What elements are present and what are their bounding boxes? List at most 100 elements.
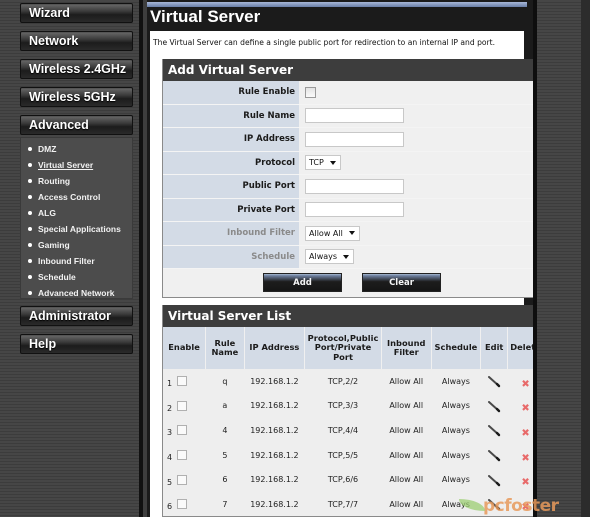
protocol-select[interactable]: TCP [305, 155, 341, 171]
public-port-input[interactable] [305, 178, 404, 194]
ip-address-cell: 192.168.1.2 [250, 376, 299, 386]
row-enable-checkbox[interactable] [177, 376, 187, 387]
bullet-icon [28, 147, 32, 151]
inbound-filter-cell: Allow All [389, 450, 424, 460]
inbound-filter-cell: Allow All [389, 376, 424, 386]
edit-cell [481, 467, 508, 492]
row-enable-checkbox[interactable] [177, 425, 187, 436]
enable-cell: 3 [163, 418, 206, 443]
nav-wireless-5ghz[interactable]: Wireless 5GHz [20, 87, 133, 107]
virtual-server-table: Enable Rule Name IP Address Protocol,Pub… [163, 327, 544, 517]
row-index: 5 [167, 477, 173, 487]
edit-pencil-icon[interactable] [487, 376, 501, 390]
public-port-label: Public Port [163, 175, 299, 198]
add-virtual-server-panel: Add Virtual Server Rule Enable Rule Name… [162, 59, 545, 298]
table-header-row: Enable Rule Name IP Address Protocol,Pub… [163, 327, 544, 369]
submenu-item-inbound-filter[interactable]: Inbound Filter [21, 253, 132, 269]
protocol-selected-value: TCP [309, 158, 324, 168]
nav-help[interactable]: Help [20, 334, 133, 354]
rule-enable-row: Rule Enable [163, 81, 544, 105]
submenu-item-gaming[interactable]: Gaming [21, 237, 132, 253]
enable-cell: 5 [163, 467, 206, 492]
nav-wizard[interactable]: Wizard [20, 3, 133, 23]
edit-cell [481, 369, 508, 394]
delete-x-icon[interactable]: ✖ [521, 379, 529, 390]
advanced-submenu: DMZ Virtual Server Routing Access Contro… [20, 137, 133, 299]
rule-name-row: Rule Name [163, 104, 544, 128]
row-enable-checkbox[interactable] [177, 474, 187, 485]
inbound-filter-row: Inbound Filter Allow All [163, 222, 544, 246]
schedule-row: Schedule Always [163, 245, 544, 269]
ip-address-cell: 192.168.1.2 [250, 499, 299, 509]
schedule-cell: Always [441, 475, 470, 485]
rail-shade [581, 0, 590, 517]
nav-wireless-24ghz[interactable]: Wireless 2.4GHz [20, 59, 133, 79]
row-enable-checkbox[interactable] [177, 499, 187, 510]
page-description: The Virtual Server can define a single p… [153, 38, 496, 47]
enable-cell: 1 [163, 369, 206, 394]
row-index: 2 [167, 403, 173, 413]
submenu-item-advanced-network[interactable]: Advanced Network [21, 285, 132, 301]
col-edit: Edit [480, 327, 509, 369]
inbound-filter-selected-value: Allow All [309, 228, 343, 238]
row-enable-checkbox[interactable] [177, 450, 187, 461]
watermark: pcfoster [459, 496, 559, 516]
edit-pencil-icon[interactable] [487, 400, 501, 415]
rule-name-cell: 5 [222, 450, 228, 460]
rule-enable-checkbox[interactable] [305, 86, 316, 98]
rule-name-cell: 6 [222, 475, 228, 485]
row-enable-checkbox[interactable] [177, 400, 187, 411]
ip-address-label: IP Address [163, 128, 299, 151]
row-index: 4 [167, 453, 173, 463]
submenu-item-routing[interactable]: Routing [21, 173, 132, 189]
bullet-icon [28, 243, 32, 247]
col-inbound-filter: Inbound Filter [381, 327, 432, 369]
submenu-item-schedule[interactable]: Schedule [21, 269, 132, 285]
edit-pencil-icon[interactable] [487, 474, 501, 489]
add-button[interactable]: Add [263, 273, 342, 292]
col-rule-name: Rule Name [205, 327, 245, 369]
delete-x-icon[interactable]: ✖ [521, 428, 529, 439]
inbound-filter-label: Inbound Filter [163, 222, 299, 245]
bullet-icon [28, 275, 32, 279]
page-title: Virtual Server [150, 7, 261, 26]
table-row: 4 5 192.168.1.2 TCP,5/5 Allow All Always ✖ [163, 443, 544, 468]
nav-network[interactable]: Network [20, 31, 133, 51]
edit-pencil-icon[interactable] [487, 450, 501, 464]
ip-address-cell: 192.168.1.2 [250, 475, 299, 485]
public-port-row: Public Port [163, 175, 544, 199]
chevron-down-icon [343, 254, 350, 259]
private-port-label: Private Port [163, 198, 299, 221]
schedule-cell: Always [441, 376, 470, 386]
rule-name-cell: 7 [222, 499, 228, 509]
private-port-row: Private Port [163, 198, 544, 222]
rail-edge [533, 0, 537, 517]
table-row: 5 6 192.168.1.2 TCP,6/6 Allow All Always ✖ [163, 467, 544, 492]
schedule-selected-value: Always [309, 252, 338, 262]
submenu-item-special-applications[interactable]: Special Applications [21, 221, 132, 237]
row-index: 6 [167, 502, 173, 512]
ip-address-cell: 192.168.1.2 [250, 450, 299, 460]
private-port-input[interactable] [305, 202, 404, 218]
ip-address-input[interactable] [305, 131, 404, 147]
delete-x-icon[interactable]: ✖ [521, 403, 529, 414]
bullet-icon [28, 163, 32, 167]
virtual-server-list-panel: Virtual Server List Enable Rule Name IP … [162, 305, 545, 517]
clear-button[interactable]: Clear [362, 273, 441, 292]
protocol-row: Protocol TCP [163, 151, 544, 175]
nav-advanced[interactable]: Advanced [20, 115, 133, 135]
submenu-item-alg[interactable]: ALG [21, 205, 132, 221]
inbound-filter-select[interactable]: Allow All [305, 225, 360, 241]
bullet-icon [28, 291, 32, 295]
schedule-select[interactable]: Always [305, 249, 355, 265]
edit-pencil-icon[interactable] [487, 425, 501, 439]
protocol-cell: TCP,4/4 [327, 425, 359, 435]
delete-x-icon[interactable]: ✖ [521, 477, 529, 488]
submenu-item-dmz[interactable]: DMZ [21, 141, 132, 157]
rule-name-cell: a [222, 401, 228, 411]
submenu-item-access-control[interactable]: Access Control [21, 189, 132, 205]
delete-x-icon[interactable]: ✖ [521, 453, 529, 464]
rule-name-input[interactable] [305, 108, 404, 124]
nav-administrator[interactable]: Administrator [20, 306, 133, 326]
submenu-item-virtual-server[interactable]: Virtual Server [21, 157, 132, 173]
